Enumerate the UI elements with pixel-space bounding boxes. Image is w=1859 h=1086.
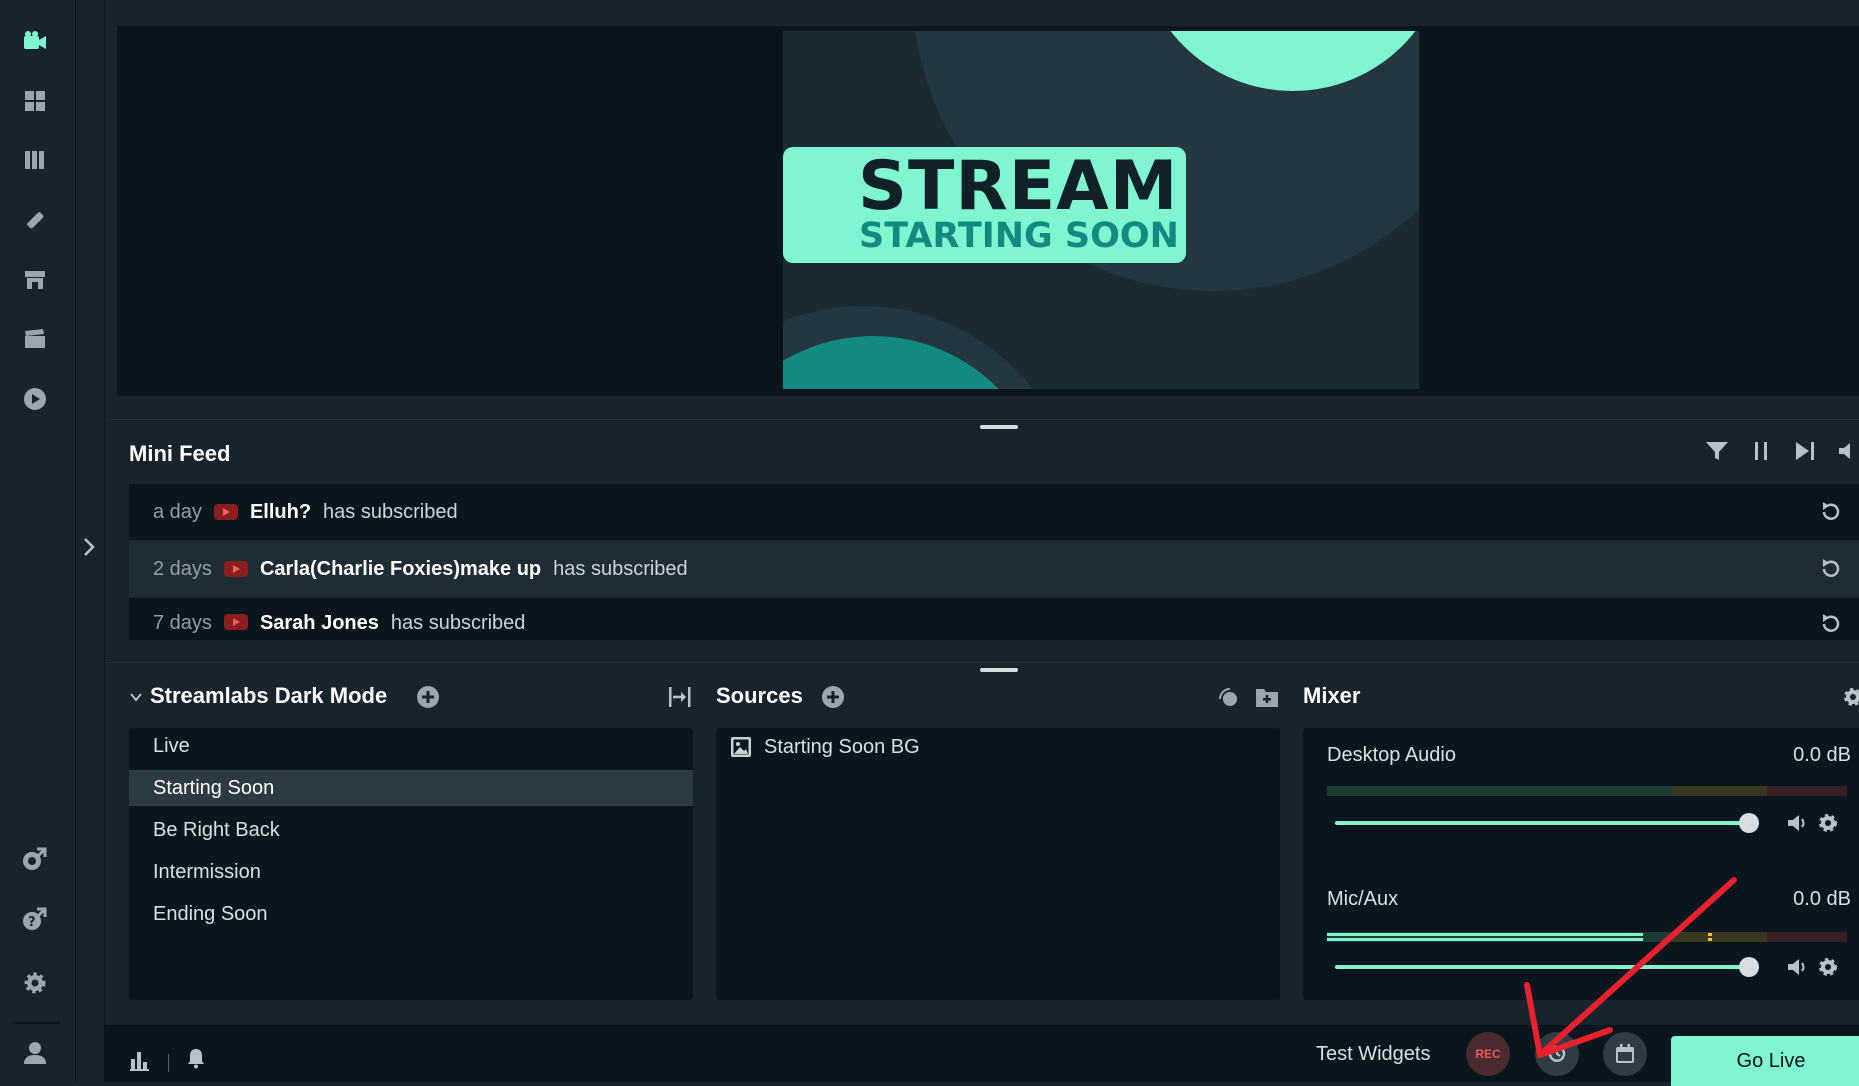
transition-icon[interactable] [667, 685, 693, 709]
add-scene-icon[interactable] [416, 685, 440, 709]
feed-message: has subscribed [323, 500, 458, 523]
feed-name: Sarah Jones [259, 612, 379, 634]
library-icon[interactable] [18, 143, 52, 177]
settings-icon[interactable] [18, 966, 52, 1000]
resize-handle[interactable] [980, 425, 1018, 429]
mute-icon[interactable] [1837, 440, 1857, 462]
cast-source-icon[interactable] [1216, 685, 1242, 709]
scene-collection-title[interactable]: Streamlabs Dark Mode [150, 683, 387, 709]
feed-time: 2 days [153, 557, 212, 580]
replay-buffer-button[interactable] [1535, 1032, 1579, 1076]
volume-meter [1327, 932, 1847, 942]
source-item[interactable]: Starting Soon BG [730, 734, 920, 760]
volume-meter [1327, 786, 1847, 796]
channel-settings-icon[interactable] [1817, 812, 1839, 834]
scene-item[interactable]: Intermission [129, 854, 693, 890]
go-live-button[interactable]: Go Live [1671, 1036, 1859, 1086]
mixer-title: Mixer [1303, 683, 1361, 708]
schedule-button[interactable] [1603, 1032, 1647, 1076]
mixer-panel: Desktop Audio 0.0 dB Mic/Aux 0.0 dB [1303, 728, 1859, 1000]
channel-db: 0.0 dB [1793, 744, 1851, 766]
youtube-icon [223, 614, 248, 630]
mixer-settings-icon[interactable] [1842, 686, 1859, 708]
feed-time: 7 days [153, 612, 212, 634]
resize-handle[interactable] [980, 668, 1018, 672]
volume-slider-track[interactable] [1335, 965, 1745, 969]
speaker-icon[interactable] [1786, 956, 1808, 978]
sidebar-expander[interactable] [76, 0, 105, 1082]
record-button[interactable]: REC [1466, 1032, 1510, 1076]
svg-text:?: ? [28, 915, 36, 930]
notifications-icon[interactable] [185, 1047, 207, 1069]
footer-bar: Test Widgets REC Go Live [105, 1025, 1859, 1086]
volume-slider-knob[interactable] [1739, 813, 1759, 833]
scene-title-main: STREAM [858, 147, 1179, 226]
youtube-icon [223, 561, 248, 577]
help-icon[interactable]: ? [18, 902, 52, 936]
pause-icon[interactable] [1749, 440, 1773, 462]
scene-canvas[interactable]: STREAM STARTING SOON [783, 31, 1419, 389]
media-icon[interactable] [18, 322, 52, 356]
nav-rail: ? [0, 0, 76, 1082]
speaker-icon[interactable] [1786, 812, 1808, 834]
performance-stats-icon[interactable] [129, 1049, 151, 1071]
scene-item[interactable]: Be Right Back [129, 812, 693, 848]
minifeed-toolbar [1705, 440, 1857, 462]
test-widgets-button[interactable]: Test Widgets [1316, 1043, 1430, 1066]
editor-main: STREAM STARTING SOON Mini Feed a day Ell… [105, 0, 1859, 1086]
feed-message: has subscribed [553, 557, 688, 580]
add-folder-icon[interactable] [1254, 685, 1280, 709]
studio-icon[interactable] [18, 24, 52, 58]
channel-name: Desktop Audio [1327, 744, 1456, 766]
feed-name: Carla(Charlie Foxies)make up [259, 557, 542, 580]
footer-divider [168, 1054, 169, 1072]
feed-item: a day Elluh? has subscribed [129, 484, 1859, 540]
volume-slider-track[interactable] [1335, 821, 1745, 825]
record-label: REC [1475, 1047, 1501, 1061]
channel-settings-icon[interactable] [1817, 956, 1839, 978]
filter-icon[interactable] [1705, 440, 1729, 462]
rail-divider [14, 1022, 60, 1024]
chevron-down-icon[interactable] [129, 690, 143, 704]
feed-name: Elluh? [249, 500, 312, 523]
skip-icon[interactable] [1793, 440, 1817, 462]
minifeed-title: Mini Feed [129, 441, 231, 466]
profile-icon[interactable] [18, 1036, 52, 1070]
scene-item[interactable]: Ending Soon [129, 896, 693, 932]
highlighter-icon[interactable] [18, 382, 52, 416]
scene-title-sub: STARTING SOON [859, 216, 1179, 256]
channel-db: 0.0 dB [1793, 888, 1851, 910]
feed-item: 7 days Sarah Jones has subscribed [129, 598, 1859, 640]
source-label: Starting Soon BG [764, 735, 920, 758]
youtube-icon [213, 504, 238, 520]
image-source-icon [731, 737, 751, 757]
feed-time: a day [153, 500, 202, 523]
repeat-alert-icon[interactable] [1819, 500, 1843, 524]
chevron-right-icon[interactable] [82, 536, 96, 558]
repeat-alert-icon[interactable] [1819, 612, 1843, 636]
calendar-icon [1616, 1044, 1634, 1063]
dashboard-icon[interactable] [18, 84, 52, 118]
divider [105, 419, 1859, 420]
repeat-alert-icon[interactable] [1819, 557, 1843, 581]
divider [105, 662, 1859, 663]
store-icon[interactable] [18, 263, 52, 297]
themes-icon[interactable] [18, 203, 52, 237]
channel-name: Mic/Aux [1327, 888, 1399, 910]
sources-title: Sources [716, 683, 803, 708]
add-source-icon[interactable] [821, 685, 845, 709]
feed-item: 2 days Carla(Charlie Foxies)make up has … [129, 541, 1859, 597]
scene-item[interactable]: Live [129, 728, 693, 764]
cloud-link-icon[interactable] [18, 842, 52, 876]
scenes-list: Live Starting Soon Be Right Back Intermi… [129, 728, 693, 1000]
volume-slider-knob[interactable] [1739, 957, 1759, 977]
sources-list: Starting Soon BG [716, 728, 1280, 1000]
history-icon [1548, 1044, 1566, 1062]
scene-item-selected[interactable]: Starting Soon [129, 770, 693, 806]
feed-message: has subscribed [390, 612, 526, 634]
